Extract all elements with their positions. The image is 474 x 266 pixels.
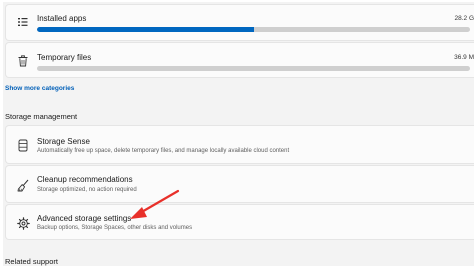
temporary-files-label: Temporary files bbox=[37, 53, 92, 62]
installed-apps-label: Installed apps bbox=[37, 14, 87, 23]
cleanup-recommendations-description: Storage optimized, no action required bbox=[37, 187, 137, 193]
advanced-storage-settings-row[interactable]: Advanced storage settings Backup options… bbox=[5, 204, 474, 240]
apps-list-icon bbox=[16, 15, 30, 29]
installed-apps-row[interactable]: Installed apps 28.2 G bbox=[5, 4, 474, 41]
storage-sense-row[interactable]: Storage Sense Automatically free up spac… bbox=[5, 125, 474, 164]
installed-apps-usage-fill bbox=[37, 27, 254, 32]
installed-apps-usage-bar bbox=[37, 27, 470, 32]
advanced-storage-settings-description: Backup options, Storage Spaces, other di… bbox=[37, 225, 193, 231]
trash-icon bbox=[16, 54, 30, 68]
gear-icon bbox=[16, 216, 30, 230]
related-support-heading: Related support bbox=[5, 257, 58, 266]
top-edge bbox=[0, 0, 474, 2]
advanced-storage-settings-title: Advanced storage settings bbox=[37, 214, 132, 223]
show-more-categories-link[interactable]: Show more categories bbox=[5, 85, 74, 92]
installed-apps-size: 28.2 G bbox=[454, 15, 474, 22]
temporary-files-size: 36.9 M bbox=[454, 54, 474, 61]
storage-management-heading: Storage management bbox=[5, 112, 78, 121]
storage-sense-description: Automatically free up space, delete temp… bbox=[37, 148, 290, 154]
cleanup-recommendations-title: Cleanup recommendations bbox=[37, 175, 133, 184]
storage-sense-title: Storage Sense bbox=[37, 137, 90, 146]
temporary-files-usage-bar bbox=[37, 66, 470, 71]
left-edge bbox=[0, 0, 3, 266]
temporary-files-row[interactable]: Temporary files 36.9 M bbox=[5, 42, 474, 78]
broom-icon bbox=[16, 178, 30, 192]
storage-drive-icon bbox=[16, 138, 30, 152]
cleanup-recommendations-row[interactable]: Cleanup recommendations Storage optimize… bbox=[5, 165, 474, 203]
